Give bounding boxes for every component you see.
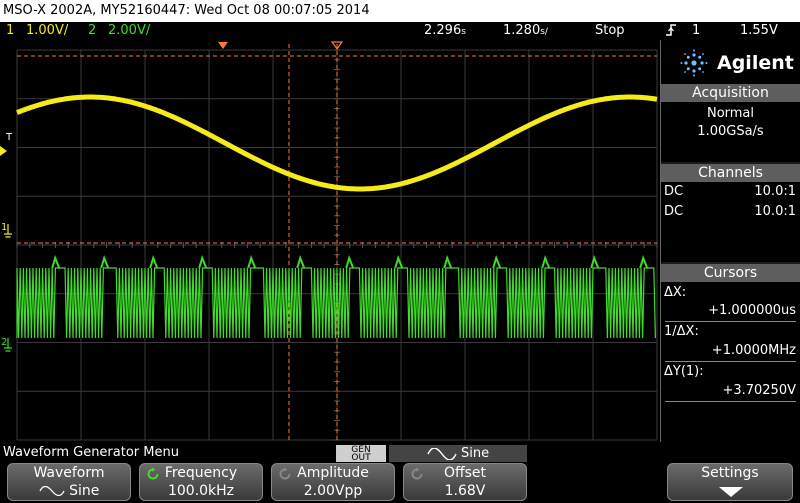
brand-name: Agilent: [717, 52, 794, 74]
ch2-overshoot-spike: [198, 254, 208, 269]
title-bar: MSO-X 2002A, MY52160447: Wed Oct 08 00:0…: [0, 0, 800, 22]
menu-title: Waveform Generator Menu: [3, 445, 179, 460]
divider: [665, 401, 796, 402]
softkey-value: 2.00Vpp: [303, 483, 363, 499]
ch2-overshoot-spike: [639, 254, 649, 269]
delta-x-label: ΔX:: [664, 285, 687, 300]
softkey-label: Waveform: [33, 465, 105, 481]
waveform-softkey[interactable]: Waveform Sine: [7, 463, 131, 501]
acquisition-section: Normal 1.00GSa/s: [661, 102, 800, 162]
softkey-value: 100.0kHz: [167, 483, 235, 499]
time-reference-marker: [218, 42, 228, 49]
channels-header: Channels: [661, 164, 800, 182]
sine-wave-icon: [39, 485, 65, 497]
delta-y-value: +3.70250V: [722, 383, 796, 398]
ch2-number[interactable]: 2: [88, 22, 96, 40]
waveform-type-header: Sine: [389, 445, 527, 462]
agilent-spark-logo-icon: [680, 49, 708, 77]
offset-softkey[interactable]: Offset 1.68V: [403, 463, 527, 501]
ch2-overshoot-spike: [149, 254, 159, 269]
delta-x-value: +1.000000us: [708, 303, 796, 318]
brand-area: Agilent: [661, 40, 800, 85]
ch2-overshoot-spike: [345, 254, 355, 269]
side-panel: Agilent Acquisition Normal 1.00GSa/s Cha…: [660, 40, 800, 442]
ch1-ground-marker[interactable]: 1: [1, 222, 7, 233]
delta-y-label: ΔY(1):: [664, 364, 704, 379]
softkey-value: Sine: [8, 483, 130, 499]
graticule: [0, 41, 658, 441]
ch2-overshoot-spike: [296, 254, 306, 269]
divider: [665, 321, 796, 322]
sample-rate: 1.00GSa/s: [697, 124, 764, 139]
softkey-label: Amplitude: [297, 465, 369, 481]
softkey-label: Settings: [701, 465, 759, 481]
ch2-overshoot-spike: [541, 254, 551, 269]
cursors-section: ΔX: +1.000000us 1/ΔX: +1.0000MHz ΔY(1): …: [661, 282, 800, 442]
acquisition-header: Acquisition: [661, 84, 800, 102]
softkey-label: Frequency: [164, 465, 238, 481]
ch1-probe: 10.0:1: [754, 184, 796, 199]
frequency-softkey[interactable]: Frequency 100.0kHz: [139, 463, 263, 501]
settings-softkey[interactable]: Settings: [667, 463, 793, 501]
ch1-number[interactable]: 1: [6, 22, 14, 40]
inverse-delta-x-value: +1.0000MHz: [711, 343, 796, 358]
ch2-ground-marker[interactable]: 2: [1, 337, 7, 348]
ch2-overshoot-spike: [492, 254, 502, 269]
waveform-display[interactable]: T 1 2: [0, 40, 660, 442]
ch2-overshoot-spike: [443, 254, 453, 269]
acquisition-mode: Normal: [706, 106, 755, 121]
inverse-delta-x-label: 1/ΔX:: [664, 324, 699, 339]
status-bar: 1 1.00V/ 2 2.00V/ 2.296s 1.280s/ Stop 1 …: [0, 22, 800, 40]
ch2-overshoot-spike: [100, 254, 110, 269]
title-text: MSO-X 2002A, MY52160447: Wed Oct 08 00:0…: [3, 3, 370, 18]
cursors-header: Cursors: [661, 264, 800, 282]
trigger-channel[interactable]: 1: [692, 22, 700, 40]
softkey-label: Offset: [443, 465, 487, 481]
time-position[interactable]: 2.296s: [424, 22, 466, 41]
ch2-overshoot-spike: [247, 254, 257, 269]
ch2-probe: 10.0:1: [754, 204, 796, 219]
gen-out-indicator: GEN OUT: [336, 445, 386, 463]
channels-section: DC 10.0:1 DC 10.0:1: [661, 182, 800, 262]
down-arrow-icon: [719, 487, 743, 497]
ch2-scale[interactable]: 2.00V/: [108, 22, 150, 40]
run-state: Stop: [595, 23, 625, 38]
trigger-marker: T: [6, 132, 13, 143]
divider: [665, 361, 796, 362]
sine-wave-icon: [427, 446, 457, 461]
trigger-level-arrow: [0, 146, 7, 156]
ch2-overshoot-spike: [590, 254, 600, 269]
trigger-level[interactable]: 1.55V: [740, 22, 778, 40]
time-scale[interactable]: 1.280s/: [503, 22, 548, 41]
ch2-coupling: DC: [664, 204, 684, 219]
ch1-coupling: DC: [664, 184, 684, 199]
ch2-overshoot-spike: [51, 254, 61, 269]
amplitude-softkey[interactable]: Amplitude 2.00Vpp: [271, 463, 395, 501]
ch1-scale[interactable]: 1.00V/: [26, 22, 68, 40]
softkey-value: 1.68V: [444, 483, 486, 499]
ch2-digital-trace: [16, 267, 656, 339]
